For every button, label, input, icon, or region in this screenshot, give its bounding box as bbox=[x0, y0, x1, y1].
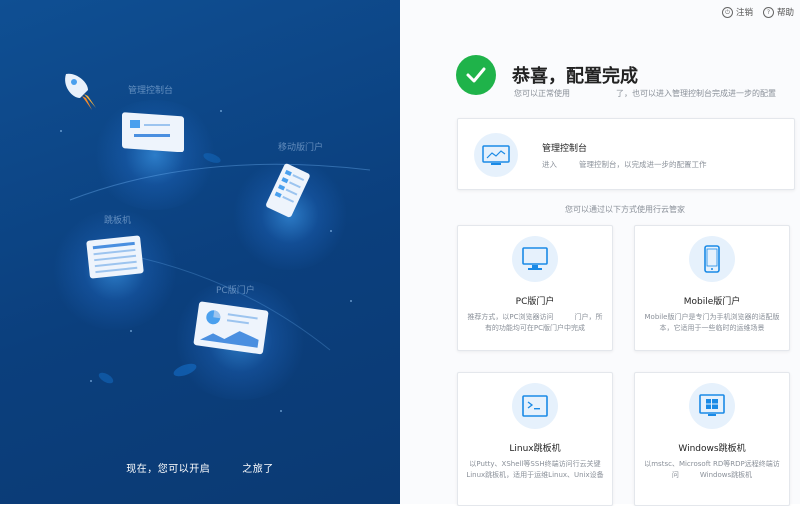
console-icon bbox=[474, 133, 518, 177]
pc-portal-desc: 推荐方式，以PC浏览器访问 门户，所有的功能均可在PC版门户中完成 bbox=[467, 313, 603, 332]
welcome-text: 现在，您可以开启 之旅了 bbox=[126, 464, 274, 475]
main-panel: ⏻ 注销 ? 帮助 恭喜，配置完成 您可以正常使用 了，也可以进入管理控制台完成进… bbox=[400, 0, 800, 506]
pc-portal-card[interactable]: PC版门户 推荐方式，以PC浏览器访问 门户，所有的功能均可在PC版门户中完成 bbox=[457, 225, 613, 351]
label-jump: 跳板机 bbox=[104, 216, 132, 226]
console-entry-card[interactable]: 管理控制台 进入 管理控制台，以完成进一步的配置工作 bbox=[457, 118, 795, 190]
monitor-icon bbox=[512, 236, 558, 282]
label-pc: PC版门户 bbox=[216, 286, 255, 296]
mobile-portal-desc: Mobile版门户是专门为手机浏览器的适配版本，它适用于一些临时的运维场景 bbox=[644, 313, 780, 332]
help-button[interactable]: ? 帮助 bbox=[762, 6, 794, 18]
console-card-illustration bbox=[122, 112, 184, 152]
jump-card-illustration bbox=[86, 235, 144, 279]
page-title: 恭喜，配置完成 bbox=[512, 66, 638, 87]
windows-icon bbox=[689, 383, 735, 429]
pc-portal-title: PC版门户 bbox=[515, 297, 555, 307]
label-mobile: 移动版门户 bbox=[278, 143, 324, 153]
windows-jump-card[interactable]: Windows跳板机 以mstsc、Microsoft RD等RDP远程终端访问… bbox=[634, 372, 790, 506]
section-divider: 您可以通过以下方式使用行云管家 bbox=[565, 205, 685, 214]
pc-card-illustration bbox=[193, 301, 269, 355]
check-icon bbox=[456, 55, 496, 95]
terminal-icon bbox=[512, 383, 558, 429]
leaf-decoration bbox=[203, 153, 221, 163]
phone-icon bbox=[689, 236, 735, 282]
mobile-portal-title: Mobile版门户 bbox=[683, 297, 741, 307]
mobile-card-illustration bbox=[266, 163, 310, 218]
windows-jump-title: Windows跳板机 bbox=[678, 444, 746, 454]
linux-jump-desc: 以Putty、XShell等SSH终端访问行云关键Linux跳板机，适用于运维L… bbox=[466, 460, 604, 479]
question-icon: ? bbox=[762, 6, 774, 18]
label-console: 管理控制台 bbox=[128, 86, 174, 96]
success-subtitle: 您可以正常使用 了，也可以进入管理控制台完成进一步的配置 bbox=[514, 89, 776, 98]
rocket-icon bbox=[65, 73, 96, 110]
mobile-portal-card[interactable]: Mobile版门户 Mobile版门户是专门为手机浏览器的适配版本，它适用于一些… bbox=[634, 225, 790, 351]
leaf-decoration bbox=[98, 372, 114, 384]
windows-jump-desc: 以mstsc、Microsoft RD等RDP远程终端访问 Windows跳板机 bbox=[644, 460, 780, 479]
console-desc: 进入 管理控制台，以完成进一步的配置工作 bbox=[542, 160, 707, 169]
linux-jump-card[interactable]: Linux跳板机 以Putty、XShell等SSH终端访问行云关键Linux跳… bbox=[457, 372, 613, 506]
power-icon: ⏻ bbox=[721, 6, 733, 18]
topbar: ⏻ 注销 ? 帮助 bbox=[721, 6, 794, 18]
logout-button[interactable]: ⏻ 注销 bbox=[721, 6, 753, 18]
console-title: 管理控制台 bbox=[542, 144, 588, 154]
illustration-panel: 管理控制台 移动版门户 跳板机 PC版门户 现在，您可以开启 之旅了 bbox=[0, 0, 400, 504]
leaf-decoration bbox=[173, 363, 197, 377]
linux-jump-title: Linux跳板机 bbox=[509, 444, 561, 454]
